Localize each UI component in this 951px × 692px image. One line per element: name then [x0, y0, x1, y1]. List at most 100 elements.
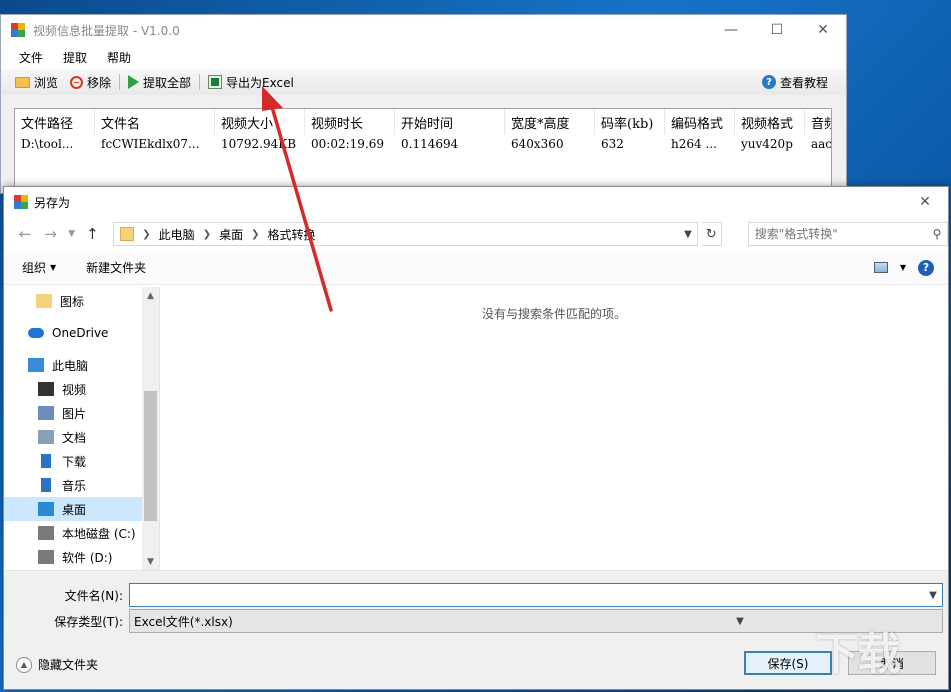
dialog-close-button[interactable]: ✕: [902, 187, 948, 217]
address-bar[interactable]: ❯ 此电脑 ❯ 桌面 ❯ 格式转换 ▼: [113, 222, 698, 246]
extract-all-button[interactable]: 提取全部: [122, 71, 197, 93]
column-header[interactable]: 视频时长: [305, 109, 395, 135]
column-header[interactable]: 码率(kb): [595, 109, 665, 135]
nav-item-label: 下载: [62, 454, 87, 469]
browse-button[interactable]: 浏览: [9, 71, 64, 93]
scroll-down-icon[interactable]: ▼: [142, 553, 159, 570]
filename-field[interactable]: ▼: [129, 583, 943, 607]
menu-file[interactable]: 文件: [9, 49, 53, 66]
save-button[interactable]: 保存(S): [744, 651, 832, 675]
folder-icon: [15, 76, 30, 88]
computer-icon: [28, 358, 44, 372]
filename-input[interactable]: [130, 584, 924, 606]
breadcrumb-desktop[interactable]: 桌面: [213, 226, 249, 243]
table-cell: 10792.94KB: [221, 137, 297, 151]
export-excel-label: 导出为Excel: [226, 75, 294, 90]
scroll-up-icon[interactable]: ▲: [142, 287, 159, 304]
menu-extract[interactable]: 提取: [53, 49, 97, 66]
menu-bar: 文件 提取 帮助: [1, 45, 846, 69]
chevron-down-icon: ▼: [50, 263, 57, 272]
search-icon[interactable]: ⚲: [927, 227, 947, 241]
organize-button[interactable]: 组织 ▼: [22, 259, 56, 276]
filetype-select[interactable]: Excel文件(*.xlsx) ▼: [129, 609, 943, 633]
cancel-button[interactable]: 取消: [848, 651, 936, 675]
chevron-right-icon[interactable]: ❯: [140, 229, 152, 240]
nav-item[interactable]: 图标: [4, 289, 142, 313]
remove-button[interactable]: 移除: [64, 71, 117, 93]
recent-chevron-down-icon[interactable]: ▼: [66, 223, 78, 245]
minimize-button[interactable]: —: [708, 15, 754, 45]
table-cell: D:\tool...: [21, 137, 74, 151]
breadcrumb-format-convert[interactable]: 格式转换: [261, 226, 321, 243]
new-folder-button[interactable]: 新建文件夹: [86, 259, 146, 276]
up-arrow-icon[interactable]: ↑: [81, 223, 103, 245]
drive-icon: [38, 526, 54, 540]
table-cell: aac: [811, 137, 832, 151]
table-cell: fcCWIEkdlx07...: [101, 137, 200, 151]
dialog-body: 图标 OneDrive 此电脑视频图片 文档下载音乐 桌面本地磁盘 (C:) 软件 (D:…: [4, 287, 948, 570]
nav-item[interactable]: 本地磁盘 (C:): [4, 521, 142, 545]
search-input[interactable]: [754, 227, 927, 241]
nav-item[interactable]: 文档: [4, 425, 142, 449]
chevron-right-icon[interactable]: ❯: [249, 229, 261, 240]
nav-item[interactable]: OneDrive: [4, 321, 142, 345]
export-excel-button[interactable]: 导出为Excel: [202, 71, 300, 93]
column-header[interactable]: 开始时间: [395, 109, 505, 135]
table-row[interactable]: D:\tool... fcCWIEkdlx07... 10792.94KB 00…: [15, 135, 831, 153]
nav-scrollbar[interactable]: ▲ ▼: [142, 287, 159, 570]
maximize-button[interactable]: ☐: [754, 15, 800, 45]
close-button[interactable]: ✕: [800, 15, 846, 45]
nav-item[interactable]: 软件 (D:): [4, 545, 142, 569]
table-cell: 640x360: [511, 137, 564, 151]
nav-item[interactable]: 音乐: [4, 473, 142, 497]
nav-item-label: 软件 (D:): [62, 550, 113, 565]
column-header[interactable]: 编码格式: [665, 109, 735, 135]
scroll-thumb[interactable]: [144, 391, 157, 521]
file-list-area[interactable]: 没有与搜索条件匹配的项。: [160, 287, 948, 570]
back-arrow-icon[interactable]: ←: [14, 223, 36, 245]
nav-item[interactable]: 下载: [4, 449, 142, 473]
help-icon[interactable]: ?: [918, 259, 934, 276]
nav-item[interactable]: 桌面: [4, 497, 142, 521]
nav-list: 图标 OneDrive 此电脑视频图片 文档下载音乐 桌面本地磁盘 (C:) 软件 (D:…: [4, 287, 159, 569]
dialog-titlebar: 另存为 ✕: [4, 187, 948, 217]
column-header[interactable]: 文件名: [95, 109, 215, 135]
new-folder-label: 新建文件夹: [86, 261, 147, 275]
forward-arrow-icon[interactable]: →: [40, 223, 62, 245]
nav-item[interactable]: 视频: [4, 377, 142, 401]
filetype-row: 保存类型(T): Excel文件(*.xlsx) ▼: [4, 609, 948, 633]
nav-item-label: 视频: [62, 382, 87, 397]
table-cell: 632: [601, 137, 624, 151]
view-options-icon[interactable]: [873, 262, 888, 273]
chevron-down-icon[interactable]: ▼: [924, 590, 942, 601]
column-header[interactable]: 视频格式: [735, 109, 805, 135]
folder-icon: [36, 294, 52, 308]
nav-item[interactable]: 此电脑: [4, 353, 142, 377]
column-header[interactable]: 视频大小: [215, 109, 305, 135]
empty-message: 没有与搜索条件匹配的项。: [481, 307, 626, 321]
refresh-icon[interactable]: ↻: [701, 222, 722, 246]
nav-item-label: 图标: [60, 294, 85, 309]
table-cell: 0.114694: [401, 137, 459, 151]
video-info-table[interactable]: 文件路径 文件名 视频大小 视频时长 开始时间 宽度*高度 码率(kb) 编码格…: [14, 108, 832, 192]
column-header[interactable]: 文件路径: [15, 109, 95, 135]
chevron-right-icon[interactable]: ❯: [201, 229, 213, 240]
table-cell: h264 ...: [671, 137, 717, 151]
hide-folders-toggle[interactable]: ▲ 隐藏文件夹: [16, 656, 98, 673]
menu-help[interactable]: 帮助: [97, 49, 141, 66]
chevron-down-icon[interactable]: ▼: [679, 229, 697, 240]
toolbar-separator: [119, 74, 121, 90]
chevron-down-icon[interactable]: ▼: [900, 263, 906, 272]
filetype-value: Excel文件(*.xlsx): [134, 614, 233, 629]
column-header[interactable]: 音频: [805, 109, 831, 135]
tutorial-button[interactable]: ? 查看教程: [756, 71, 834, 93]
remove-icon: [70, 75, 84, 89]
chevron-up-icon: ▲: [16, 656, 32, 673]
column-header[interactable]: 宽度*高度: [505, 109, 595, 135]
navigation-pane[interactable]: 图标 OneDrive 此电脑视频图片 文档下载音乐 桌面本地磁盘 (C:) 软件 (D:…: [4, 287, 160, 570]
nav-item-label: 本地磁盘 (C:): [62, 526, 136, 541]
nav-item[interactable]: 图片: [4, 401, 142, 425]
search-box[interactable]: ⚲: [747, 222, 948, 246]
breadcrumb-this-pc[interactable]: 此电脑: [153, 226, 201, 243]
organize-label: 组织: [22, 261, 47, 275]
